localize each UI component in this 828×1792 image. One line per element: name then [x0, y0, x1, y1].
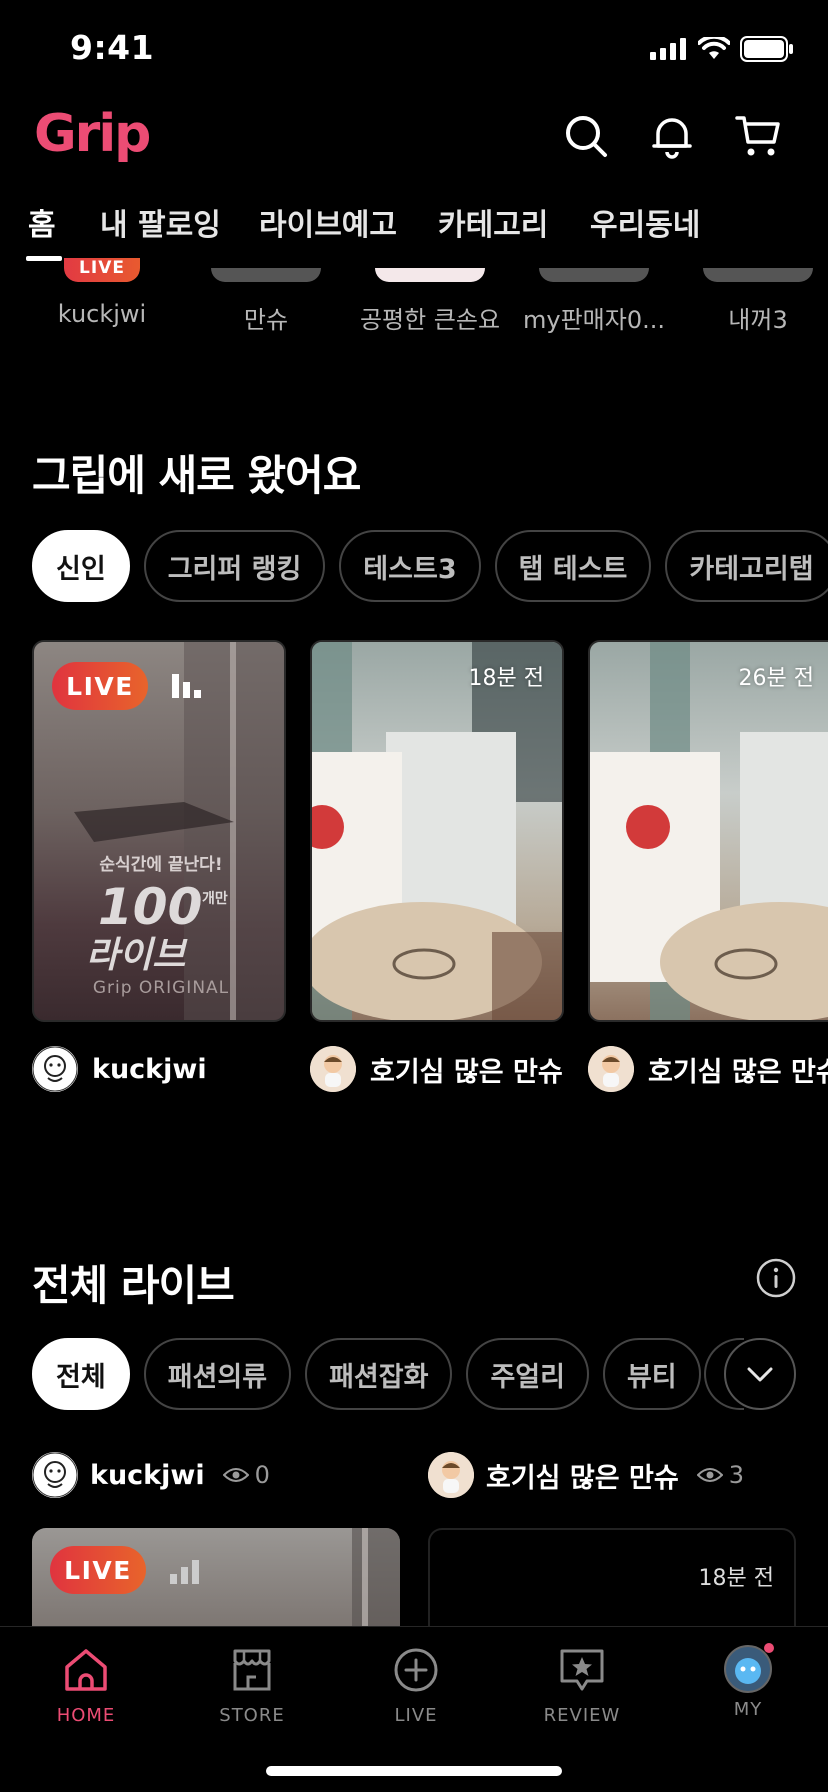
expand-chips-button[interactable] [723, 1337, 797, 1411]
tabbar-live[interactable]: LIVE [356, 1647, 476, 1726]
wifi-icon [698, 37, 730, 59]
chip-gripper-ranking[interactable]: 그리퍼 랭킹 [143, 530, 326, 602]
signal-icon [650, 38, 686, 60]
avatar [32, 1452, 78, 1498]
live-badge: LIVE [52, 662, 148, 710]
eye-icon [222, 1468, 249, 1482]
story-avatar [539, 268, 649, 282]
review-icon [560, 1649, 604, 1691]
home-icon [65, 1649, 107, 1691]
story-avatar [375, 268, 485, 282]
elapsed-time: 18분 전 [698, 1566, 774, 1591]
tab-neighborhood[interactable]: 우리동네 [590, 200, 700, 244]
chip-test3[interactable]: 테스트3 [339, 530, 481, 602]
tabbar-label: STORE [219, 1705, 285, 1726]
card-thumbnail [312, 642, 562, 1020]
grip-logo[interactable]: Grip [34, 104, 151, 164]
tabbar-label: LIVE [394, 1705, 438, 1726]
tabbar-home[interactable]: HOME [26, 1647, 146, 1726]
replay-card[interactable]: 18분 전 [310, 640, 564, 1022]
card-seller[interactable]: 호기심 많은 만슈 [588, 1046, 828, 1092]
plus-circle-icon [394, 1648, 438, 1692]
tabbar-store[interactable]: STORE [192, 1647, 312, 1726]
tab-category[interactable]: 카테고리 [438, 200, 548, 244]
all-live-chips: 전체 패션의류 패션잡화 주얼리 뷰티 [32, 1338, 701, 1410]
top-tabs: 홈 내 팔로잉 라이브예고 카테고리 우리동네 [0, 196, 828, 264]
story-name: my판매자0... [523, 306, 665, 334]
eye-icon [696, 1468, 723, 1482]
avatar [724, 1643, 774, 1693]
status-bar: 9:41 [0, 0, 828, 100]
new-section-chips: 신인 그리퍼 랭킹 테스트3 탭 테스트 카테고리탭 [32, 530, 828, 602]
overlay-tagline: 순식간에 끝난다! [99, 855, 223, 875]
store-icon [233, 1649, 271, 1691]
search-icon[interactable] [562, 112, 610, 160]
live-bars-icon [170, 1560, 199, 1584]
status-time: 9:41 [70, 28, 155, 67]
story-name: 공평한 큰손요 [359, 306, 501, 334]
story-name: 내꺼3 [728, 306, 788, 334]
view-count: 0 [254, 1461, 270, 1489]
overlay-live-text: 라이브 [86, 935, 186, 976]
elapsed-time: 26분 전 [738, 666, 814, 691]
seller-name: 호기심 많은 만슈 [648, 1056, 828, 1088]
chip-fashion-clothing[interactable]: 패션의류 [143, 1338, 292, 1410]
live-item-card[interactable]: 18분 전 [428, 1528, 796, 1628]
cart-icon[interactable] [734, 112, 782, 160]
replay-card[interactable]: 26분 전 [588, 640, 828, 1022]
overlay-small-unit: 개만 [202, 891, 228, 907]
chip-all[interactable]: 전체 [32, 1338, 130, 1410]
info-icon[interactable] [756, 1258, 796, 1298]
tabbar-label: REVIEW [543, 1705, 621, 1726]
seller-name: 호기심 많은 만슈 [370, 1056, 563, 1088]
live-item-card[interactable]: LIVE [32, 1528, 400, 1628]
story-avatar [703, 268, 813, 282]
card-thumbnail [590, 642, 828, 1020]
overlay-brand: Grip ORIGINAL [92, 978, 230, 998]
live-item-seller[interactable]: kuckjwi 0 [32, 1452, 270, 1498]
seller-name: 호기심 많은 만슈 [486, 1462, 679, 1494]
chip-beauty[interactable]: 뷰티 [602, 1338, 701, 1410]
avatar [310, 1046, 356, 1092]
story-name: kuckjwi [57, 300, 147, 328]
tabbar-review[interactable]: REVIEW [522, 1647, 642, 1726]
live-card[interactable]: LIVE 순식간에 끝난다! 100 개만 라이브 Grip ORIGINAL [32, 640, 286, 1022]
chip-fashion-goods[interactable]: 패션잡화 [305, 1338, 453, 1410]
elapsed-time: 18분 전 [468, 666, 544, 691]
chip-jewelry[interactable]: 주얼리 [466, 1338, 589, 1410]
avatar [428, 1452, 474, 1498]
chip-newcomer[interactable]: 신인 [32, 530, 130, 602]
section-title-new: 그립에 새로 왔어요 [32, 451, 361, 500]
chip-tab-test[interactable]: 탭 테스트 [494, 530, 652, 602]
view-count: 3 [728, 1461, 744, 1489]
live-badge: LIVE [50, 1546, 146, 1594]
live-item-seller[interactable]: 호기심 많은 만슈 3 [428, 1452, 744, 1498]
battery-icon [740, 36, 793, 62]
card-seller[interactable]: 호기심 많은 만슈 [310, 1046, 563, 1092]
tabbar-label: HOME [56, 1705, 116, 1726]
seller-name: kuckjwi [90, 1459, 205, 1491]
section-title-all-live: 전체 라이브 [32, 1261, 235, 1310]
tabbar-my[interactable]: MY [688, 1643, 808, 1720]
story-live-badge: LIVE [64, 258, 140, 282]
live-bars-icon [172, 674, 201, 698]
home-indicator [266, 1766, 562, 1776]
tab-home[interactable]: 홈 [28, 200, 56, 244]
avatar [588, 1046, 634, 1092]
card-seller[interactable]: kuckjwi [32, 1046, 207, 1092]
story-avatar [211, 268, 321, 282]
story-name: 만슈 [243, 306, 289, 334]
tabbar-label: MY [733, 1699, 763, 1720]
tab-following[interactable]: 내 팔로잉 [100, 200, 221, 244]
active-tab-indicator [26, 256, 62, 261]
avatar [32, 1046, 78, 1092]
tab-live-preview[interactable]: 라이브예고 [259, 200, 397, 244]
seller-name: kuckjwi [92, 1053, 207, 1085]
bell-icon[interactable] [648, 112, 696, 160]
chip-category-tab[interactable]: 카테고리탭 [665, 530, 828, 602]
app-header: Grip [0, 100, 828, 180]
